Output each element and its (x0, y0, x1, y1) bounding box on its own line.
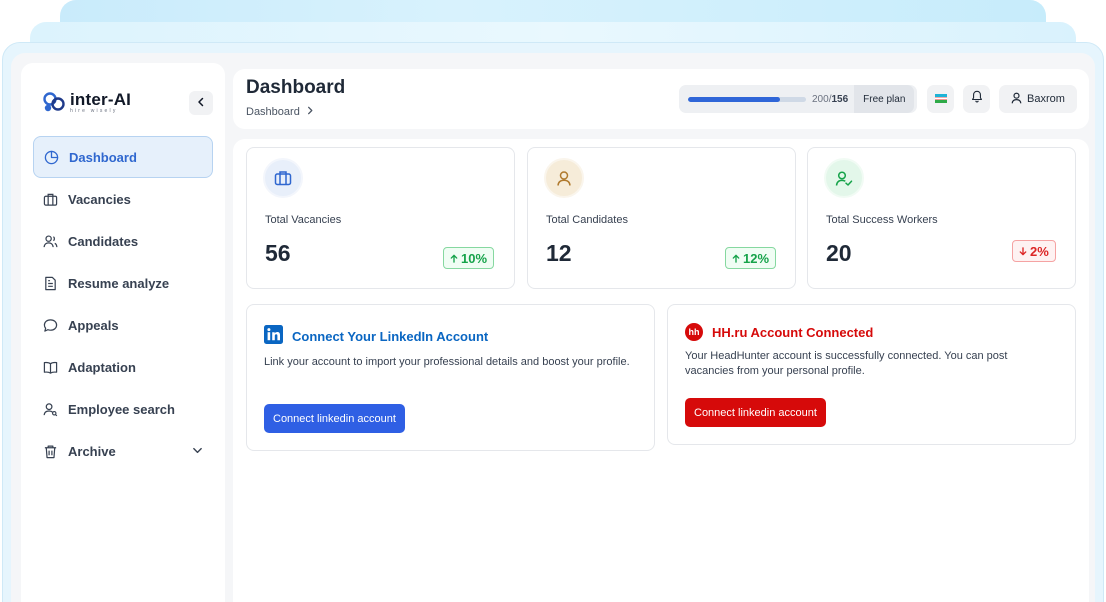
bell-icon (971, 90, 983, 108)
sidebar-item-label: Adaptation (68, 359, 136, 375)
user-icon (544, 158, 584, 198)
linkedin-icon (264, 325, 283, 347)
trend-badge: 10% (443, 247, 495, 269)
sidebar: inter-AI hire wisely Dashboard Vacancies… (21, 63, 225, 602)
hh-card-title: hh HH.ru Account Connected (685, 323, 873, 341)
brand-name: inter-AI (70, 89, 132, 109)
stat-label: Total Candidates (546, 214, 628, 226)
arrow-up-icon (732, 251, 740, 266)
book-icon (42, 359, 58, 375)
top-header: Dashboard Dashboard 200/156 Free plan Ba… (233, 69, 1089, 129)
stat-value: 12 (546, 240, 572, 266)
brand-logo[interactable]: inter-AI hire wisely (41, 89, 131, 115)
trend-value: 2% (1030, 243, 1049, 259)
user-name: Baxrom (1027, 93, 1065, 105)
sidebar-collapse-button[interactable] (189, 91, 213, 115)
hh-description: Your HeadHunter account is successfully … (685, 350, 1008, 377)
sidebar-item-label: Resume analyze (68, 275, 170, 291)
stat-card-success-workers: Total Success Workers 20 2% (807, 147, 1076, 289)
user-icon (1011, 92, 1022, 107)
sidebar-item-employee-search[interactable]: Employee search (33, 388, 213, 430)
linkedin-card-title: Connect Your LinkedIn Account (264, 325, 488, 347)
notifications-button[interactable] (963, 85, 990, 113)
sidebar-item-candidates[interactable]: Candidates (33, 220, 213, 262)
sidebar-item-archive[interactable]: Archive (33, 430, 213, 472)
sidebar-item-dashboard[interactable]: Dashboard (33, 136, 213, 178)
app-frame: inter-AI hire wisely Dashboard Vacancies… (2, 42, 1104, 602)
usage-meter: 200/156 Free plan (679, 85, 917, 113)
sidebar-item-label: Vacancies (68, 191, 131, 207)
user-check-icon (824, 158, 864, 198)
briefcase-icon (42, 191, 58, 207)
atom-logo-icon (41, 89, 67, 115)
uzbekistan-flag-icon (934, 90, 947, 108)
plan-badge[interactable]: Free plan (854, 85, 915, 113)
trend-badge: 12% (725, 247, 777, 269)
chevron-right-icon (306, 106, 314, 118)
stat-label: Total Success Workers (826, 214, 938, 226)
stat-card-vacancies: Total Vacancies 56 10% (246, 147, 515, 289)
trend-value: 12% (743, 250, 770, 266)
breadcrumb-item[interactable]: Dashboard (246, 106, 300, 118)
sidebar-item-label: Dashboard (69, 149, 137, 165)
main-content: Total Vacancies 56 10% Total Candidates … (233, 139, 1089, 602)
usage-used: 200 (812, 93, 829, 105)
linkedin-title-text: Connect Your LinkedIn Account (292, 328, 489, 344)
usage-progress-fill (688, 96, 781, 102)
hh-connected-card: hh HH.ru Account Connected Your HeadHunt… (667, 304, 1076, 445)
user-search-icon (42, 401, 58, 417)
message-icon (42, 317, 58, 333)
sidebar-item-label: Appeals (68, 317, 119, 333)
sidebar-nav: Dashboard Vacancies Candidates Resume an… (33, 136, 213, 472)
chevron-down-icon[interactable] (192, 444, 203, 459)
stat-value: 56 (265, 240, 291, 266)
usage-progress-bar (688, 96, 806, 102)
hh-connect-button[interactable]: Connect linkedin account (685, 398, 826, 427)
arrow-up-icon (450, 251, 458, 266)
document-icon (42, 275, 58, 291)
stat-label: Total Vacancies (265, 214, 342, 226)
breadcrumb: Dashboard (246, 106, 314, 118)
users-icon (42, 233, 58, 249)
stat-value: 20 (826, 240, 852, 266)
chevron-left-icon (196, 94, 206, 112)
hh-logo-icon: hh (685, 323, 703, 341)
trend-value: 10% (461, 250, 488, 266)
sidebar-item-adaptation[interactable]: Adaptation (33, 346, 213, 388)
linkedin-description: Link your account to import your profess… (264, 356, 630, 368)
usage-total: 156 (831, 93, 849, 105)
page-title: Dashboard (246, 77, 346, 98)
hh-logo-text: hh (688, 327, 700, 337)
sidebar-item-resume-analyze[interactable]: Resume analyze (33, 262, 213, 304)
trend-badge: 2% (1012, 240, 1056, 262)
user-menu-button[interactable]: Baxrom (999, 85, 1077, 113)
sidebar-item-label: Candidates (68, 233, 139, 249)
sidebar-item-vacancies[interactable]: Vacancies (33, 178, 213, 220)
sidebar-item-label: Employee search (68, 401, 175, 417)
stat-card-candidates: Total Candidates 12 12% (527, 147, 796, 289)
hh-title-text: HH.ru Account Connected (712, 324, 874, 340)
linkedin-connect-card: Connect Your LinkedIn Account Link your … (246, 304, 655, 451)
usage-count: 200/156 (812, 94, 848, 105)
arrow-down-icon (1019, 244, 1027, 259)
language-switcher[interactable] (927, 85, 954, 113)
app-window: inter-AI hire wisely Dashboard Vacancies… (11, 53, 1095, 602)
brand-tagline: hire wisely (70, 107, 118, 114)
pie-chart-icon (43, 149, 59, 165)
trash-icon (42, 443, 58, 459)
sidebar-item-label: Archive (68, 443, 116, 459)
connect-linkedin-button[interactable]: Connect linkedin account (264, 404, 405, 433)
sidebar-item-appeals[interactable]: Appeals (33, 304, 213, 346)
briefcase-icon (263, 158, 303, 198)
